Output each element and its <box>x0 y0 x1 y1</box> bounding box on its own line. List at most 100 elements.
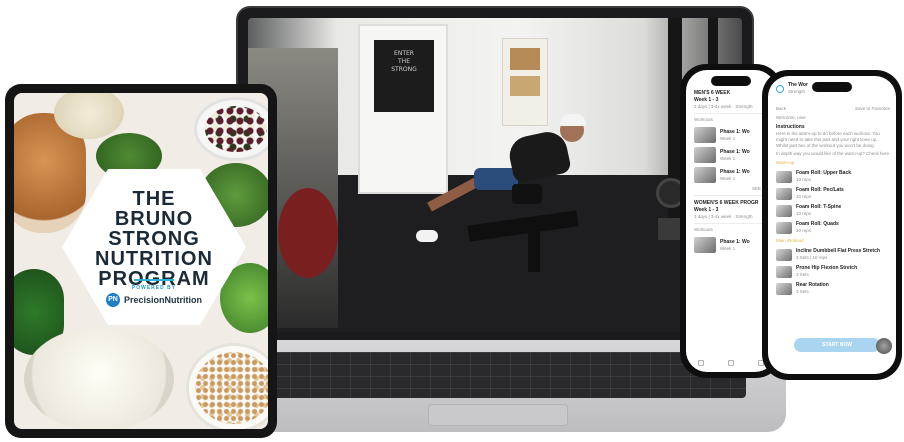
start-now-button[interactable]: START NOW <box>794 338 880 352</box>
title-line: NUTRITION <box>95 248 213 270</box>
exercise-thumbnail <box>776 282 792 295</box>
exercise-name: Incline Dumbbell Flat Press Stretch <box>796 248 880 254</box>
exercise-name: Rear Rotation <box>796 282 829 288</box>
exercise-thumbnail <box>776 204 792 217</box>
workout-video-frame: ENTER THE STRONG <box>248 18 742 332</box>
workout-thumbnail <box>694 147 716 163</box>
exercise-name: Foam Roll: Pec/Lats <box>796 187 844 193</box>
exercise-meta: 3 Sets <box>796 289 809 294</box>
list-item[interactable]: Phase 1: Wo Week 1 <box>694 147 770 163</box>
divider <box>694 195 770 196</box>
phone-screen: The Wor Strength Back Save to Favorites … <box>768 76 896 374</box>
home-icon[interactable] <box>698 360 704 366</box>
schedule-note: 3 days | 3-4x week · Strength <box>694 104 753 109</box>
cauliflower <box>54 93 124 139</box>
detail-toolbar: Back Save to Favorites <box>776 106 890 112</box>
oats-bowl <box>186 343 268 429</box>
exercise-thumbnail <box>776 221 792 234</box>
exercise-row[interactable]: Foam Roll: Quads 10 reps <box>776 221 890 234</box>
title-underline <box>134 279 174 281</box>
exercise-meta: 3 Sets <box>796 272 809 277</box>
title-line: STRONG <box>108 228 200 250</box>
back-link[interactable]: Back <box>776 106 786 112</box>
item-meta: Week 1 <box>720 155 736 161</box>
item-meta: Week 1 <box>720 175 736 181</box>
bench-leg <box>528 232 540 272</box>
tablet-device: THE BRUNO STRONG NUTRITION PROGRAM POWER… <box>5 84 277 438</box>
exercise-row[interactable]: Rear Rotation 3 Sets <box>776 282 890 295</box>
dumbbell <box>512 184 542 204</box>
item-meta: Week 1 <box>720 135 736 141</box>
laptop-camera-notch <box>467 8 523 18</box>
exercise-row[interactable]: Foam Roll: Pec/Lats 10 reps <box>776 187 890 200</box>
item-meta: Week 1 <box>720 245 736 251</box>
item-title: Phase 1: Wo <box>720 148 750 155</box>
section-heading: Main Workout <box>776 238 804 243</box>
workout-detail: Back Save to Favorites Welcome, user Ins… <box>776 106 890 295</box>
exercise-meta: 10 reps <box>796 194 812 199</box>
poster-text: ENTER THE STRONG <box>391 50 417 73</box>
dynamic-island <box>812 82 852 92</box>
bike-flywheel <box>278 188 338 278</box>
workout-thumbnail <box>694 167 716 183</box>
exercise-meta: 3 Sets | 10 reps <box>796 255 828 260</box>
favorite-link[interactable]: Save to Favorites <box>855 106 890 112</box>
exercise-meta: 10 reps <box>796 177 812 182</box>
laptop-display: ENTER THE STRONG <box>236 6 754 342</box>
item-title: Phase 1: Wo <box>720 238 750 245</box>
program-header: WOMEN'S 6 WEEK PROGR <box>694 200 759 206</box>
wall-poster: ENTER THE STRONG <box>374 40 434 112</box>
ebook-title: THE BRUNO STRONG NUTRITION PROGRAM <box>62 189 246 289</box>
workout-thumbnail <box>694 237 716 253</box>
storage-box <box>510 48 540 70</box>
exercise-name: Foam Roll: Quads <box>796 221 839 227</box>
calendar-icon[interactable] <box>728 360 734 366</box>
exercise-thumbnail <box>776 187 792 200</box>
yogurt-bowl <box>24 327 174 429</box>
title-line: THE <box>132 188 176 210</box>
precision-nutrition-logo-icon: PN <box>105 293 120 307</box>
see-all-link[interactable]: SEE ALL <box>694 186 770 192</box>
app-logo-icon <box>776 84 784 93</box>
laptop-trackpad <box>428 404 568 426</box>
program-header: MEN'S 6 WEEK <box>694 90 731 96</box>
ebook-cover: THE BRUNO STRONG NUTRITION PROGRAM POWER… <box>14 93 268 429</box>
exercise-row[interactable]: Foam Roll: Upper Back 10 reps <box>776 170 890 183</box>
workout-title: The Wor <box>788 82 808 88</box>
list-item[interactable]: Phase 1: Wo Week 1 <box>694 167 770 183</box>
section-heading: Warm-up <box>776 160 795 165</box>
instruction-line: Whilst part two of the workout you won't… <box>776 143 875 148</box>
exercise-meta: 10 reps <box>796 228 812 233</box>
item-title: Phase 1: Wo <box>720 168 750 175</box>
divider <box>694 223 770 224</box>
schedule-note: 3 days | 3-4x week · Strength <box>694 214 753 219</box>
divider <box>694 113 770 114</box>
powered-by-label: POWERED BY <box>131 285 177 291</box>
coach-avatar[interactable] <box>876 338 892 354</box>
product-bundle-image: ENTER THE STRONG THE BRUNO STRONG NUTRIT… <box>0 0 904 442</box>
item-title: Phase 1: Wo <box>720 128 750 135</box>
section-label: Workouts <box>694 227 713 232</box>
welcome-text: Welcome, user <box>776 115 806 120</box>
exercise-thumbnail <box>776 265 792 278</box>
program-list: MEN'S 6 WEEK Week 1 - 3 3 days | 3-4x we… <box>694 90 770 253</box>
exercise-meta: 10 reps <box>796 211 812 216</box>
instructions-heading: Instructions <box>776 124 805 130</box>
storage-box <box>510 76 540 96</box>
exercise-thumbnail <box>776 170 792 183</box>
exercise-row[interactable]: Foam Roll: T-Spine 10 reps <box>776 204 890 217</box>
athlete-shoe <box>416 230 438 242</box>
laptop-keyboard <box>250 352 746 398</box>
exercise-row[interactable]: Prone Hip Flexion Stretch 3 Sets <box>776 265 890 278</box>
beans-bowl <box>194 97 268 161</box>
exercise-row[interactable]: Incline Dumbbell Flat Press Stretch 3 Se… <box>776 248 890 261</box>
phone-workout-detail: The Wor Strength Back Save to Favorites … <box>762 70 902 380</box>
list-item[interactable]: Phase 1: Wo Week 1 <box>694 237 770 253</box>
workout-thumbnail <box>694 127 716 143</box>
dynamic-island <box>711 76 751 86</box>
warmup-link[interactable]: In depth way you would like of the warm-… <box>776 151 890 157</box>
workout-subtitle: Strength <box>788 89 806 94</box>
exercise-thumbnail <box>776 248 792 261</box>
list-item[interactable]: Phase 1: Wo Week 1 <box>694 127 770 143</box>
exercise-name: Prone Hip Flexion Stretch <box>796 265 858 271</box>
